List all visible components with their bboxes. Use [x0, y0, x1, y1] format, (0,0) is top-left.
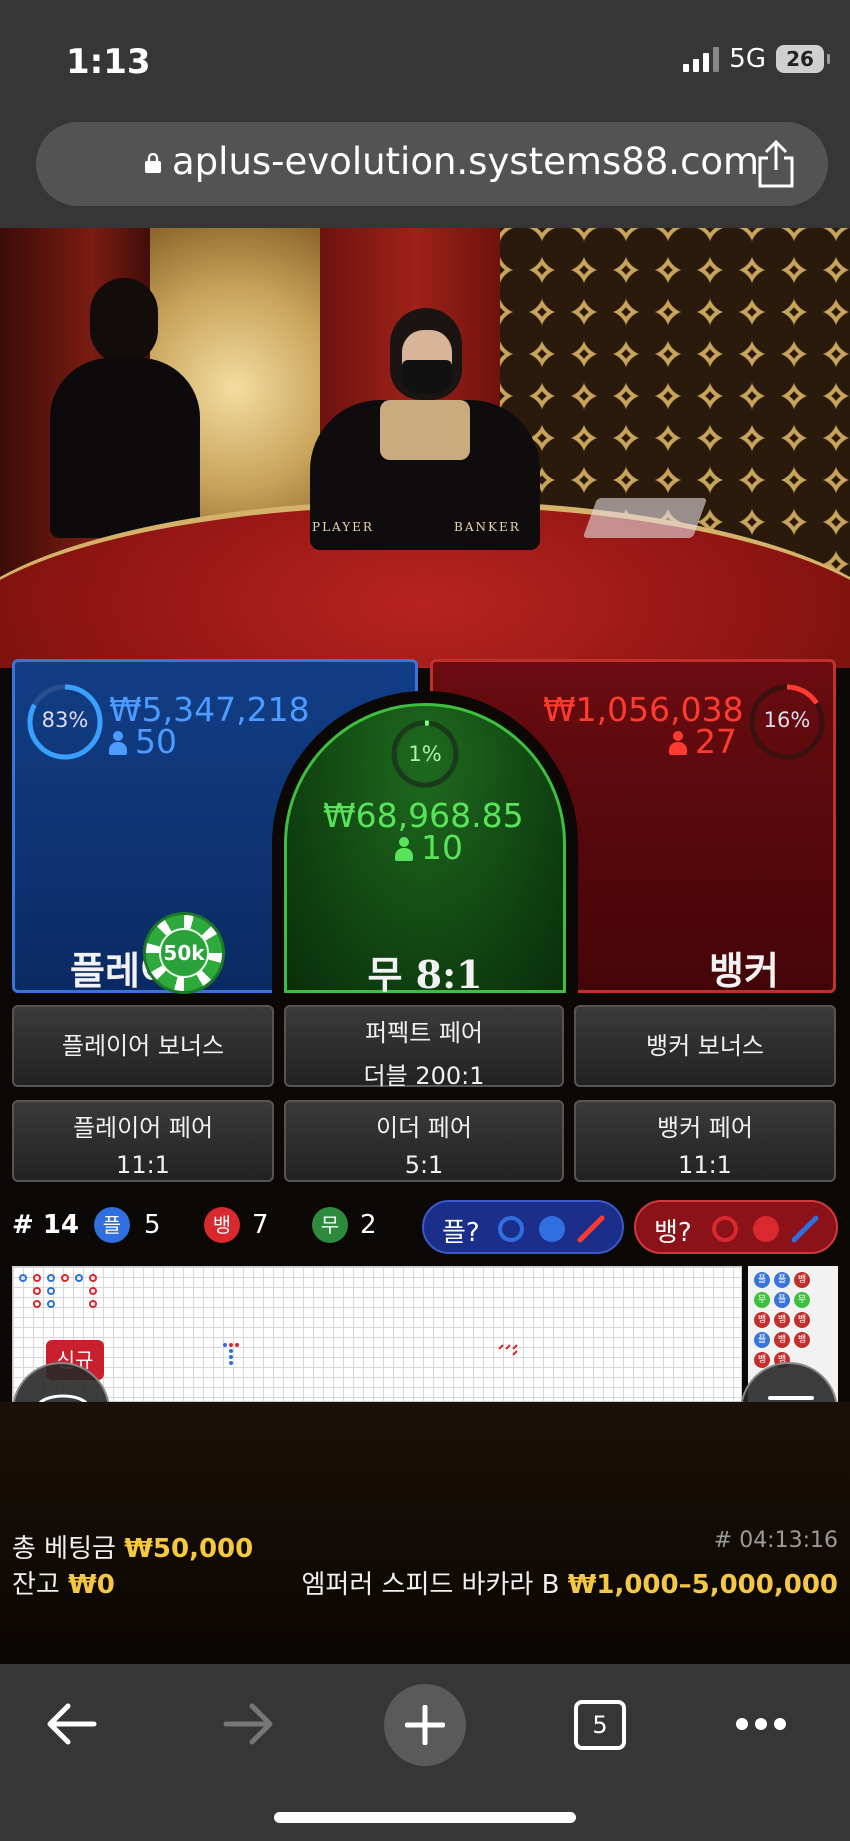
tie-pct: 1%	[408, 742, 442, 766]
bead-road-item: 뱅	[774, 1312, 790, 1328]
player-predict-button[interactable]: 플?	[422, 1200, 624, 1254]
table-label-banker: BANKER	[454, 520, 521, 534]
tie-badge: 무	[312, 1207, 348, 1243]
card-shoe	[582, 498, 708, 538]
player-pair-button[interactable]: 플레이어 페어 11:1	[12, 1100, 274, 1182]
bead-road-item: 뱅	[774, 1332, 790, 1348]
back-arrow-icon[interactable]	[44, 1702, 98, 1746]
bead-road-item: 무	[754, 1292, 770, 1308]
bead-road-item: 플	[754, 1332, 770, 1348]
bead-road-item: 뱅	[794, 1272, 810, 1288]
road-mark	[47, 1274, 55, 1282]
road-mark	[33, 1300, 41, 1308]
either-pair-button[interactable]: 이더 페어 5:1	[284, 1100, 564, 1182]
ios-status-and-url-bar: 1:13 5G 26 aplus-evolution.systems88.com	[0, 0, 850, 228]
banker-predict-icons	[712, 1215, 819, 1243]
tie-bet-spot[interactable]: 1% ₩68,968.85 10 무 8:1	[284, 703, 566, 997]
game-info-panel: 총 베팅금 ₩50,000 잔고 ₩0 # 04:13:16 엠퍼러 스피드 바…	[0, 1402, 850, 1664]
network-type: 5G	[729, 44, 766, 74]
balance: 잔고 ₩0	[12, 1570, 115, 1600]
road-mark	[47, 1287, 55, 1295]
player-predict-icons	[498, 1215, 605, 1243]
road-mark	[89, 1300, 97, 1308]
bead-road-item: 뱅	[794, 1312, 810, 1328]
tie-bet-frame: 1% ₩68,968.85 10 무 8:1	[272, 691, 578, 999]
forward-arrow-icon[interactable]	[222, 1702, 276, 1746]
banker-badge: 뱅	[204, 1207, 240, 1243]
road-mark	[89, 1274, 97, 1282]
player-bonus-button[interactable]: 플레이어 보너스	[12, 1005, 274, 1087]
battery-icon: 26	[776, 45, 830, 73]
banker-bonus-button[interactable]: 뱅커 보너스	[574, 1005, 836, 1087]
status-indicators: 5G 26	[683, 44, 830, 74]
tie-wins: 2	[360, 1210, 377, 1240]
bet-area: 83% ₩5,347,218 50 플레이어 50k 16% ₩1,056,03…	[0, 655, 850, 1000]
player-pct: 83%	[41, 708, 89, 732]
signal-icon	[683, 46, 720, 72]
player-wins: 5	[144, 1210, 161, 1240]
bead-road-item: 뱅	[754, 1312, 770, 1328]
home-indicator	[274, 1812, 576, 1823]
banker-pct: 16%	[763, 708, 811, 732]
banker-pair-button[interactable]: 뱅커 페어 11:1	[574, 1100, 836, 1182]
url-text: aplus-evolution.systems88.com	[172, 140, 760, 183]
banker-label: 뱅커	[709, 949, 779, 993]
road-mark	[19, 1274, 27, 1282]
player-count: 50	[109, 722, 177, 761]
status-time: 1:13	[66, 42, 151, 82]
road-mark	[47, 1300, 55, 1308]
lock-icon	[145, 153, 161, 173]
person-icon	[395, 837, 413, 861]
person-icon	[109, 731, 127, 755]
live-dealer-video: PLAYER BANKER	[0, 228, 850, 668]
road-mark	[89, 1287, 97, 1295]
road-mark	[61, 1274, 69, 1282]
more-icon[interactable]	[734, 1716, 788, 1732]
bead-road-item: 뱅	[794, 1332, 810, 1348]
small-road-marks	[223, 1343, 243, 1365]
game-id: # 04:13:16	[713, 1528, 838, 1553]
road-mark	[33, 1287, 41, 1295]
bead-road-item: 플	[754, 1272, 770, 1288]
address-bar[interactable]: aplus-evolution.systems88.com	[36, 122, 828, 206]
banker-wins: 7	[252, 1210, 269, 1240]
person-icon	[669, 731, 687, 755]
banker-count: 27	[669, 722, 737, 761]
tabs-button[interactable]: 5	[574, 1700, 626, 1750]
table-label-player: PLAYER	[312, 520, 374, 534]
plus-icon	[405, 1705, 445, 1745]
round-number: # 14	[12, 1210, 80, 1240]
player-badge: 플	[94, 1207, 130, 1243]
road-mark	[75, 1274, 83, 1282]
road-mark	[33, 1274, 41, 1282]
tie-label: 무 8:1	[367, 952, 483, 997]
share-icon[interactable]	[752, 138, 800, 190]
cockroach-road-marks	[498, 1344, 518, 1356]
bead-road-item: 플	[774, 1272, 790, 1288]
new-tab-button[interactable]	[384, 1684, 466, 1766]
assistant-dealer	[50, 278, 200, 538]
big-road-scoreboard[interactable]	[12, 1266, 742, 1402]
banker-predict-button[interactable]: 뱅?	[634, 1200, 838, 1254]
total-bet: 총 베팅금 ₩50,000	[12, 1534, 254, 1564]
dealer	[310, 308, 540, 550]
perfect-pair-button[interactable]: 퍼펙트 페어 더블 200:1	[284, 1005, 564, 1090]
chip-icon[interactable]: 50k	[143, 912, 225, 994]
tie-count: 10	[395, 828, 463, 867]
bead-road-item: 무	[794, 1292, 810, 1308]
bead-road-item: 플	[774, 1292, 790, 1308]
table-info: 엠퍼러 스피드 바카라 B ₩1,000–5,000,000	[301, 1570, 839, 1600]
